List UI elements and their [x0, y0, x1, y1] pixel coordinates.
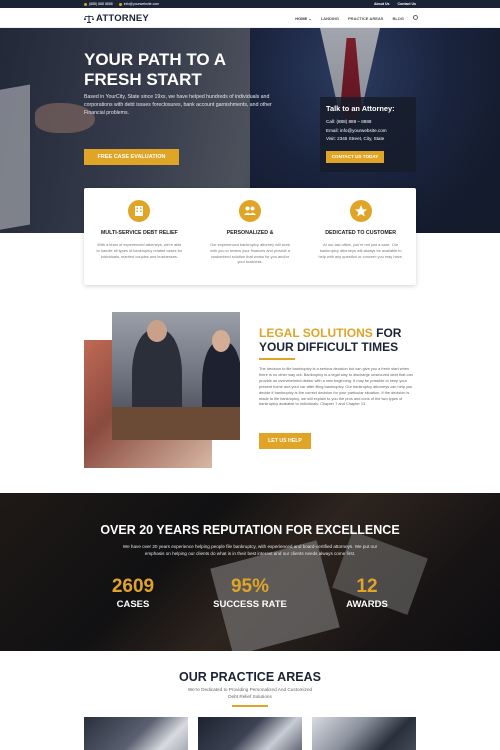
practice-area-card[interactable]	[84, 717, 188, 750]
site-header: ATTORNEY HOME ⌄ LANDING PRACTICE AREAS B…	[0, 8, 500, 28]
stat-number: 2609	[111, 576, 155, 597]
divider	[232, 705, 268, 707]
stat-awards: 12 AWARDS	[307, 576, 427, 610]
image-desk-shape	[112, 407, 240, 440]
contact-us-link[interactable]: Contact Us	[398, 2, 416, 6]
legal-title: LEGAL SOLUTIONS FOR YOUR DIFFICULT TIMES	[259, 326, 401, 354]
stat-cases: 2609 CASES	[73, 576, 193, 610]
feature-title: MULTI-SERVICE DEBT RELIEF	[100, 230, 178, 236]
stats-section: OVER 20 YEARS REPUTATION FOR EXCELLENCE …	[0, 493, 500, 651]
building-icon	[128, 200, 151, 222]
people-icon	[239, 200, 261, 222]
about-us-link[interactable]: About Us	[374, 2, 390, 6]
subtitle-line: We're Dedicated to Providing Personalize…	[187, 687, 313, 692]
contact-title: Talk to an Attorney:	[326, 104, 395, 113]
email-text: info@yourwebsite.com	[123, 2, 160, 6]
stat-label: CASES	[116, 599, 150, 610]
free-case-evaluation-button[interactable]: FREE CASE EVALUATION	[84, 149, 179, 165]
stat-number: 95%	[230, 576, 270, 597]
practice-area-card[interactable]	[312, 717, 416, 750]
stats-text: We have over 20 years experience helping…	[122, 544, 378, 556]
contact-call[interactable]: Call: (888) 888 – 8888	[326, 119, 410, 124]
nav-item-blog[interactable]: BLOG	[392, 16, 404, 21]
stats-overlay	[0, 493, 500, 651]
stat-label: AWARDS	[346, 599, 388, 610]
practice-areas-title: OUR PRACTICE AREAS	[179, 670, 321, 684]
nav-item-landing[interactable]: LANDING	[321, 16, 339, 21]
phone-contact[interactable]: (888) 888 8888	[84, 2, 113, 6]
legal-title-rest: FOR	[372, 326, 402, 340]
page: (888) 888 8888 info@yourwebsite.com Abou…	[0, 0, 500, 750]
email-contact[interactable]: info@yourwebsite.com	[118, 2, 160, 6]
legal-title-accent: LEGAL SOLUTIONS	[259, 326, 373, 340]
feature-title: PERSONALIZED &	[226, 230, 274, 236]
feature-dedicated: DEDICATED TO CUSTOMER At our law office,…	[305, 188, 416, 285]
divider	[259, 358, 295, 360]
stat-label: SUCCESS RATE	[213, 599, 287, 610]
main-nav: HOME ⌄ LANDING PRACTICE AREAS BLOG	[295, 15, 418, 21]
contact-box: Talk to an Attorney: Call: (888) 888 – 8…	[320, 97, 416, 172]
feature-title: DEDICATED TO CUSTOMER	[325, 230, 397, 236]
email-icon	[118, 2, 122, 6]
feature-personalized: PERSONALIZED & Our experienced bankruptc…	[195, 188, 306, 285]
features-card: MULTI-SERVICE DEBT RELIEF With a team of…	[84, 188, 416, 285]
subtitle-line: Debt Relief Solutions	[228, 693, 272, 699]
contact-email[interactable]: Email: info@yourwebsite.com	[326, 128, 410, 133]
top-bar: (888) 888 8888 info@yourwebsite.com Abou…	[0, 0, 500, 8]
practice-area-card[interactable]	[198, 717, 302, 750]
hero-text: Based in YourCity, State since 19xx, we …	[84, 94, 272, 116]
feature-text: Our experienced bankruptcy attorney will…	[210, 242, 290, 265]
scales-icon	[84, 15, 94, 23]
stat-success-rate: 95% SUCCESS RATE	[190, 576, 310, 610]
feature-text: With a team of experienced attorneys, we…	[96, 242, 183, 259]
feature-multi-service: MULTI-SERVICE DEBT RELIEF With a team of…	[84, 188, 195, 285]
phone-icon	[84, 2, 87, 6]
star-icon	[349, 200, 372, 222]
stat-number: 12	[356, 576, 378, 597]
legal-text: The decision to file bankruptcy is a ser…	[259, 366, 413, 407]
logo-text: ATTORNEY	[96, 13, 149, 24]
nav-item-practice-areas[interactable]: PRACTICE AREAS	[348, 16, 383, 21]
logo[interactable]: ATTORNEY	[84, 13, 149, 24]
legal-meeting-image	[112, 312, 240, 440]
nav-label: HOME	[295, 16, 308, 21]
legal-title-line2: YOUR DIFFICULT TIMES	[259, 340, 399, 354]
nav-item-home[interactable]: HOME ⌄	[295, 16, 311, 21]
stats-title: OVER 20 YEARS REPUTATION FOR EXCELLENCE	[100, 523, 400, 537]
hero-title: YOUR PATH TO A FRESH START	[84, 50, 226, 89]
contact-us-today-button[interactable]: CONTACT US TODAY	[326, 151, 384, 163]
let-us-help-button[interactable]: LET US HELP	[259, 433, 311, 449]
image-head-shape	[212, 330, 230, 352]
search-icon[interactable]	[413, 15, 418, 20]
chevron-down-icon: ⌄	[308, 16, 312, 21]
feature-text: At our law office, you're not just a cas…	[318, 242, 403, 259]
phone-text: (888) 888 8888	[89, 2, 113, 6]
practice-areas-subtitle: We're Dedicated to Providing Personalize…	[0, 687, 500, 701]
contact-visit: Visit: 2345 Street, City, State	[326, 136, 385, 141]
image-head-shape	[147, 320, 167, 342]
